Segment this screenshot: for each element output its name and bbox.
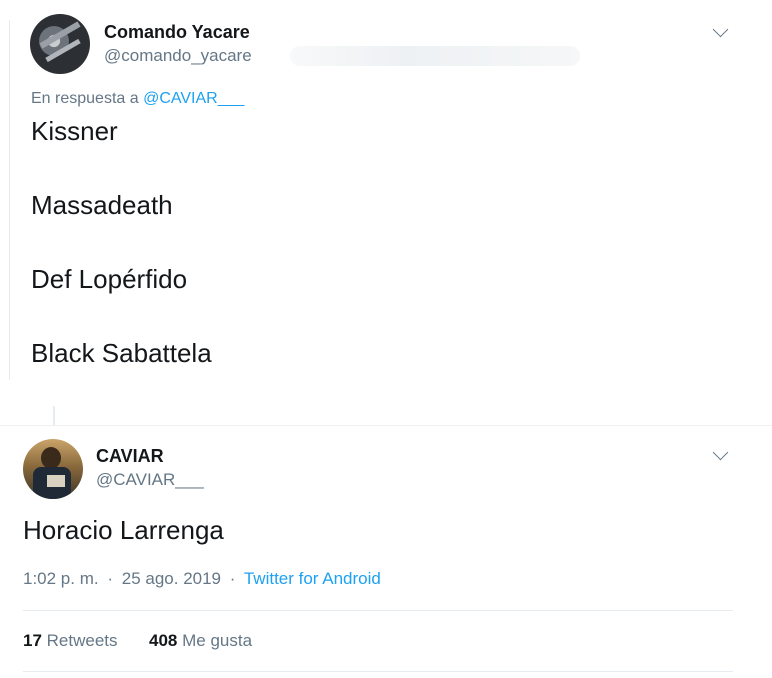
tweet-text-line: Kissner <box>31 116 118 146</box>
tweet-date[interactable]: 25 ago. 2019 <box>122 569 221 588</box>
retweets-label: Retweets <box>46 631 118 650</box>
thread-line <box>9 20 10 380</box>
chevron-down-icon[interactable] <box>712 21 729 38</box>
thread-connector <box>53 406 55 426</box>
engagement-stats: 17 Retweets 408 Me gusta <box>23 631 252 651</box>
source-link[interactable]: Twitter for Android <box>244 569 381 588</box>
retweets-count: 17 <box>23 631 42 650</box>
tweet-text-line: Def Lopérfido <box>31 264 188 294</box>
author-name[interactable]: Comando Yacare <box>104 22 250 43</box>
reply-tweet: Comando Yacare @comando_yacare En respue… <box>0 0 772 380</box>
author-name[interactable]: CAVIAR <box>96 446 164 467</box>
likes-label: Me gusta <box>182 631 253 650</box>
avatar[interactable] <box>23 439 83 499</box>
reply-mention-link[interactable]: @CAVIAR___ <box>143 90 244 107</box>
author-handle[interactable]: @comando_yacare <box>104 46 252 66</box>
avatar[interactable] <box>30 14 90 74</box>
author-handle[interactable]: @CAVIAR___ <box>96 470 204 490</box>
meta-separator: · <box>107 569 114 588</box>
blurred-region <box>290 46 580 66</box>
tweet-metadata: 1:02 p. m. · 25 ago. 2019 · Twitter for … <box>23 569 381 589</box>
main-tweet: CAVIAR @CAVIAR___ Horacio Larrenga 1:02 … <box>0 425 772 678</box>
tweet-time[interactable]: 1:02 p. m. <box>23 569 99 588</box>
likes-count: 408 <box>149 631 178 650</box>
chevron-down-icon[interactable] <box>712 444 729 461</box>
avatar-graphic <box>41 447 61 469</box>
meta-separator: · <box>229 569 236 588</box>
reply-context: En respuesta a @CAVIAR___ <box>31 90 244 108</box>
tweet-text: Horacio Larrenga <box>23 515 224 545</box>
likes-stat[interactable]: 408 Me gusta <box>149 631 252 650</box>
divider <box>23 671 733 672</box>
avatar-graphic <box>47 475 65 487</box>
retweets-stat[interactable]: 17 Retweets <box>23 631 122 650</box>
reply-prefix: En respuesta a <box>31 90 139 107</box>
divider <box>23 610 733 611</box>
tweet-text-line: Massadeath <box>31 190 173 220</box>
tweet-text-line: Black Sabattela <box>31 338 212 368</box>
